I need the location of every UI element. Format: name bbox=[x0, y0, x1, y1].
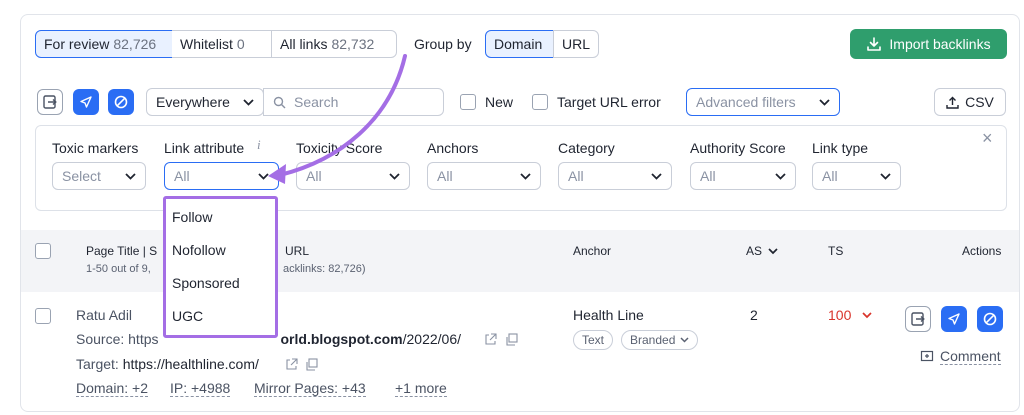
annotation-arrow bbox=[268, 54, 407, 184]
